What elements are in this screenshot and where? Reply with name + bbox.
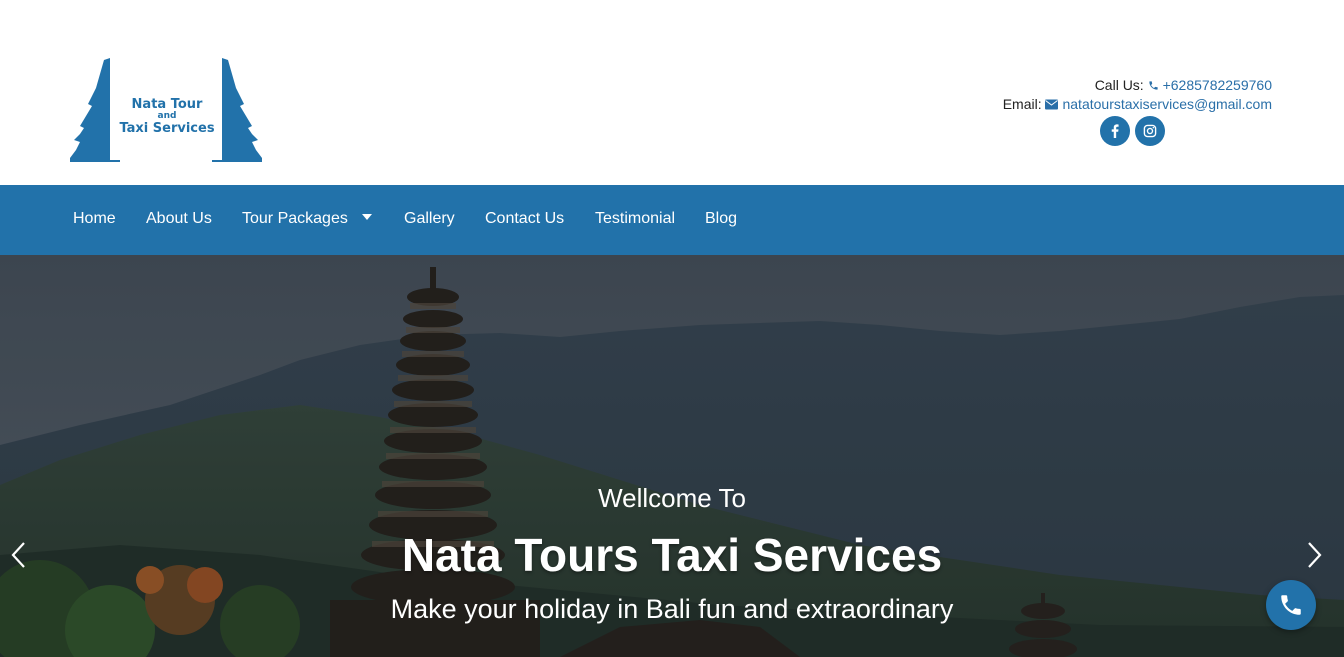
hero-subtitle: Wellcome To <box>598 483 746 513</box>
hero-tagline: Make your holiday in Bali fun and extrao… <box>390 594 954 624</box>
email-address: natatourstaxiservices@gmail.com <box>1062 96 1272 112</box>
phone-link[interactable]: +6285782259760 <box>1148 77 1272 93</box>
email-link[interactable]: natatourstaxiservices@gmail.com <box>1045 96 1272 112</box>
logo-text-line1: Nata Tour <box>131 97 203 112</box>
nav-blog[interactable]: Blog <box>705 210 737 228</box>
slider-prev-arrow-icon[interactable] <box>8 540 28 575</box>
phone-icon <box>1148 77 1159 95</box>
caret-down-icon <box>361 214 372 220</box>
nav-gallery[interactable]: Gallery <box>404 210 455 228</box>
nav-tour-packages-label: Tour Packages <box>242 210 348 227</box>
envelope-icon <box>1045 96 1059 114</box>
phone-icon <box>1281 595 1301 615</box>
logo-text-line2: and <box>157 111 177 121</box>
phone-number: +6285782259760 <box>1162 77 1272 93</box>
floating-call-button[interactable] <box>1266 580 1316 630</box>
contact-info: Call Us: +6285782259760 Email: natatours… <box>1003 76 1272 114</box>
instagram-icon[interactable] <box>1135 116 1165 146</box>
nav-about-us[interactable]: About Us <box>146 210 212 228</box>
nav-contact-us[interactable]: Contact Us <box>485 210 564 228</box>
main-nav: Home About Us Tour Packages Gallery Cont… <box>0 185 1344 255</box>
hero-title: Nata Tours Taxi Services <box>401 529 943 581</box>
logo-text-line3: Taxi Services <box>119 121 215 136</box>
nav-testimonial[interactable]: Testimonial <box>595 210 675 228</box>
nav-home[interactable]: Home <box>73 210 116 228</box>
slider-next-arrow-icon[interactable] <box>1305 540 1325 575</box>
call-row: Call Us: +6285782259760 <box>1003 76 1272 95</box>
facebook-icon[interactable] <box>1100 116 1130 146</box>
email-row: Email: natatourstaxiservices@gmail.com <box>1003 95 1272 114</box>
call-label: Call Us: <box>1094 77 1144 93</box>
site-header: Nata Tour and Taxi Services Call Us: +62… <box>0 0 1344 185</box>
email-label: Email: <box>1002 96 1042 112</box>
nav-tour-packages[interactable]: Tour Packages <box>242 210 372 228</box>
